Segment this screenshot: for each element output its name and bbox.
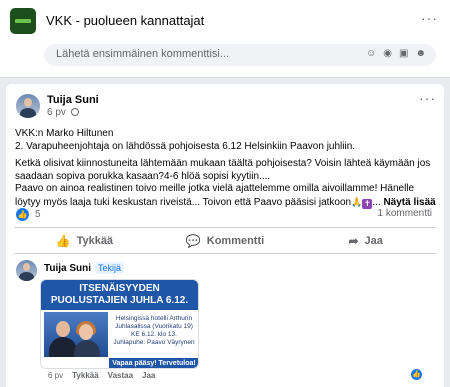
thumbs-up-icon: 👍 [55,233,71,248]
comment-time[interactable]: 6 pv [48,371,63,380]
poster-footer: Vapaa pääsy! Tervetuloa! [109,358,198,368]
comment-input-icons: ☺ ◉ ▣ ☻ [366,48,426,59]
share-button[interactable]: ➦ Jaa [295,228,436,253]
more-options-icon[interactable]: ··· [421,10,438,26]
camera-icon[interactable]: ◉ [383,48,392,59]
share-icon: ➦ [348,233,359,248]
post-paragraph: 2. Varapuheenjohtaja on lähdössä pohjois… [15,140,356,152]
like-button[interactable]: 👍 Tykkää [14,228,155,253]
poster-detail-line: Helsingissä hotelli Arthurin [115,315,193,322]
post-author[interactable]: Tuija Suni [47,94,99,106]
like-reaction-icon: 👍 [16,208,29,221]
share-button-label: Jaa [364,234,383,247]
reaction-count: 5 [35,209,41,220]
poster-detail-line: Juhlapuhe: Paavo Väyrynen [113,339,195,346]
comment-like-button[interactable]: Tykkää [72,371,99,380]
poster-title-line: ITSENÄISYYDEN [79,283,160,294]
post-time-text: 6 pv [47,107,66,118]
group-header-card: VKK - puolueen kannattajat ··· Lähetä en… [0,0,450,78]
group-avatar[interactable] [10,8,36,34]
speakers-photo [44,312,108,357]
poster-details: Helsingissä hotelli Arthurin Juhlasaliss… [110,315,198,347]
see-more-link[interactable]: Näytä lisää [383,197,435,208]
like-button-label: Tykkää [76,234,114,247]
comment-button-label: Kommentti [206,234,265,247]
avatar[interactable] [16,94,40,118]
group-name[interactable]: VKK - puolueen kannattajat [46,13,204,28]
poster-title-line: PUOLUSTAJIEN JUHLA 6.12. [50,295,189,306]
post-actions-bar: 👍 Tykkää 💬 Kommentti ➦ Jaa [14,227,436,254]
post-card: Tuija Suni 6 pv ··· VKK:n Marko Hiltunen… [6,84,444,387]
poster-detail-line: KE 6.12. klo 13. [131,331,177,338]
poster-detail-line: Juhlasalissa (Vuorikatu 19) [115,323,193,330]
comment-author[interactable]: Tuija Suni [44,263,91,274]
post-paragraph: VKK:n Marko Hiltunen [15,128,114,139]
sticker-icon[interactable]: ☺ [366,48,376,59]
poster-title: ITSENÄISYYDEN PUOLUSTAJIEN JUHLA 6.12. [41,280,198,310]
comment-like-reaction-icon[interactable]: 👍 [411,369,422,380]
comment-count[interactable]: 1 kommentti [378,208,432,219]
comment-share-button[interactable]: Jaa [142,371,155,380]
comment-reply-button[interactable]: Vastaa [108,371,133,380]
more-options-icon[interactable]: ··· [419,90,436,106]
post-paragraph-last: Paavo on ainoa realistinen toivo meille … [15,183,436,209]
praying-hands-icon: 🙏 [351,196,363,207]
post-text: VKK:n Marko Hiltunen 2. Varapuheenjohtaj… [15,128,439,209]
emoji-icon[interactable]: ☻ [415,48,426,59]
comment-button[interactable]: 💬 Kommentti [155,228,296,253]
post-timestamp[interactable]: 6 pv [47,107,79,118]
reactions-summary[interactable]: 👍 5 [16,208,41,221]
comment-icon: 💬 [185,233,201,248]
comment-input[interactable]: Lähetä ensimmäinen kommenttisi... ☺ ◉ ▣ … [44,44,436,66]
post-paragraph: Ketkä olisivat kiinnostuneita lähtemään … [15,158,431,182]
globe-icon [70,108,79,116]
gif-icon[interactable]: ▣ [399,48,408,59]
comment-input-placeholder: Lähetä ensimmäinen kommenttisi... [56,48,230,60]
author-badge: Tekijä [95,262,125,274]
event-poster-image[interactable]: ITSENÄISYYDEN PUOLUSTAJIEN JUHLA 6.12. H… [40,279,199,369]
commenter-avatar[interactable] [16,260,37,281]
comment-actions: 6 pv Tykkää Vastaa Jaa [48,371,155,380]
cross-icon: ✝ [362,198,373,209]
